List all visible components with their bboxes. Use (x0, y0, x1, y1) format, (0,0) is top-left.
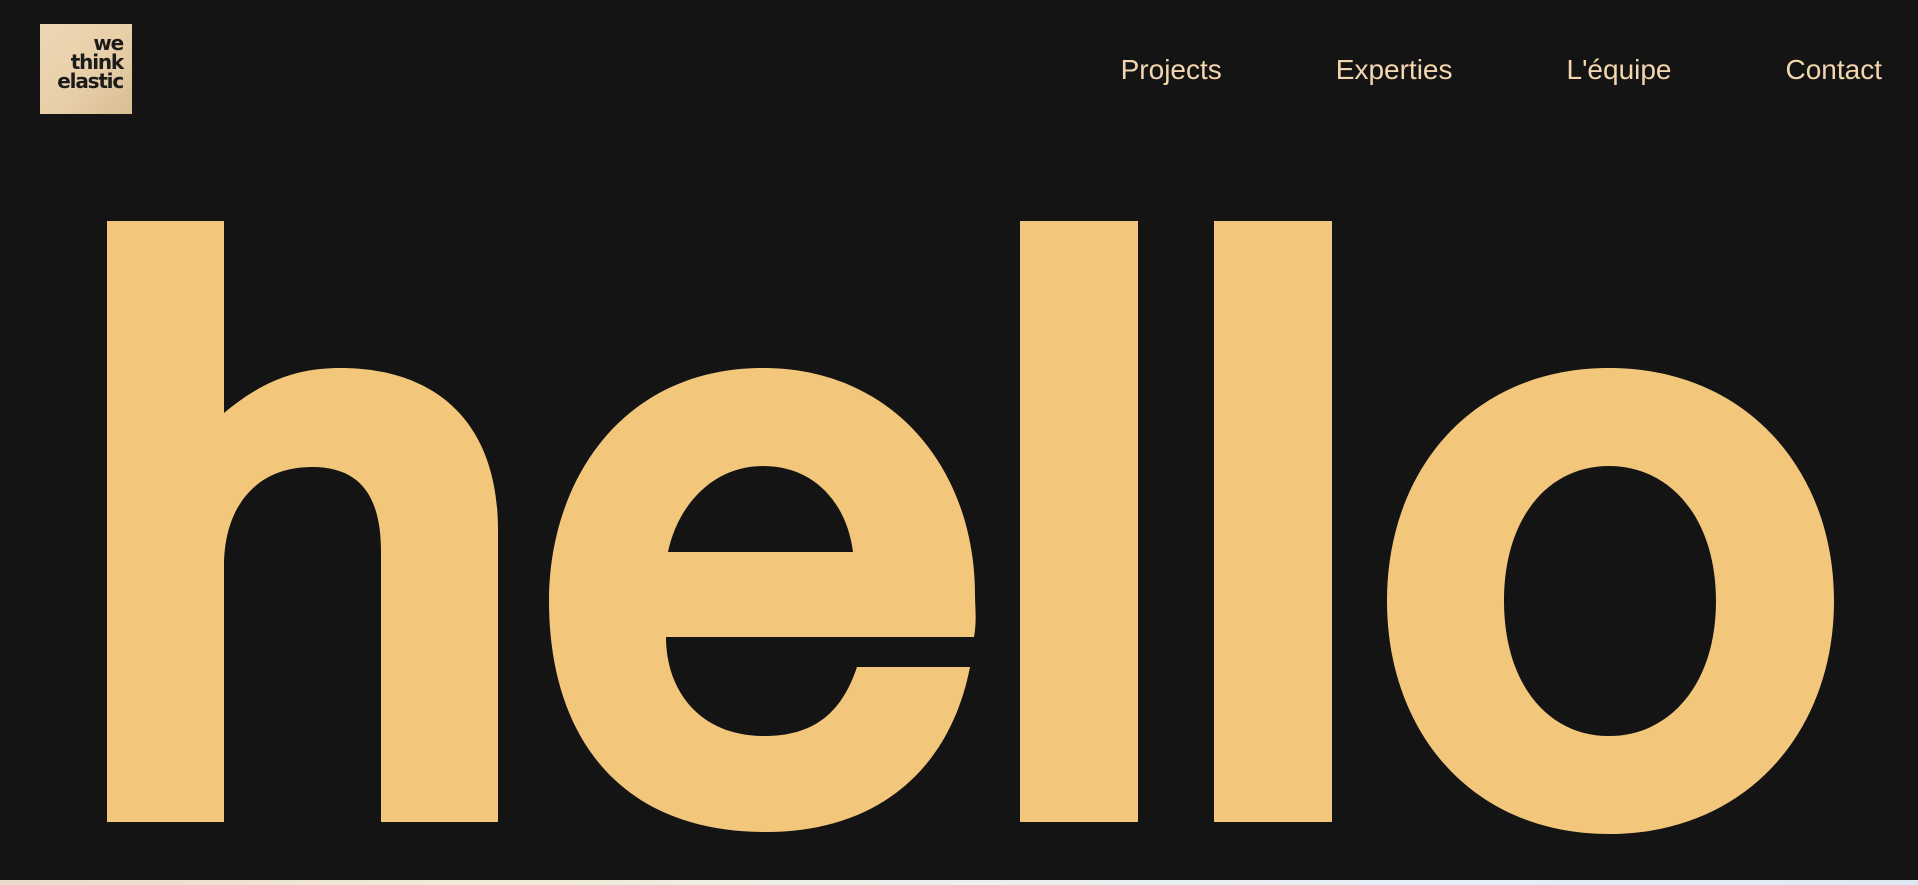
hero-letter-h (107, 221, 498, 822)
hero-headline-graphic: hello (107, 221, 1834, 834)
hero-letter-o (1387, 368, 1834, 834)
hero-letter-l-1 (1020, 221, 1138, 822)
homepage: we think elastic Projects Experties L'éq… (0, 0, 1918, 885)
hero-letter-l-2 (1214, 221, 1332, 822)
hero-letter-e (549, 368, 976, 832)
hero-headline: hello (0, 0, 1918, 885)
bottom-gradient-strip (0, 880, 1918, 885)
